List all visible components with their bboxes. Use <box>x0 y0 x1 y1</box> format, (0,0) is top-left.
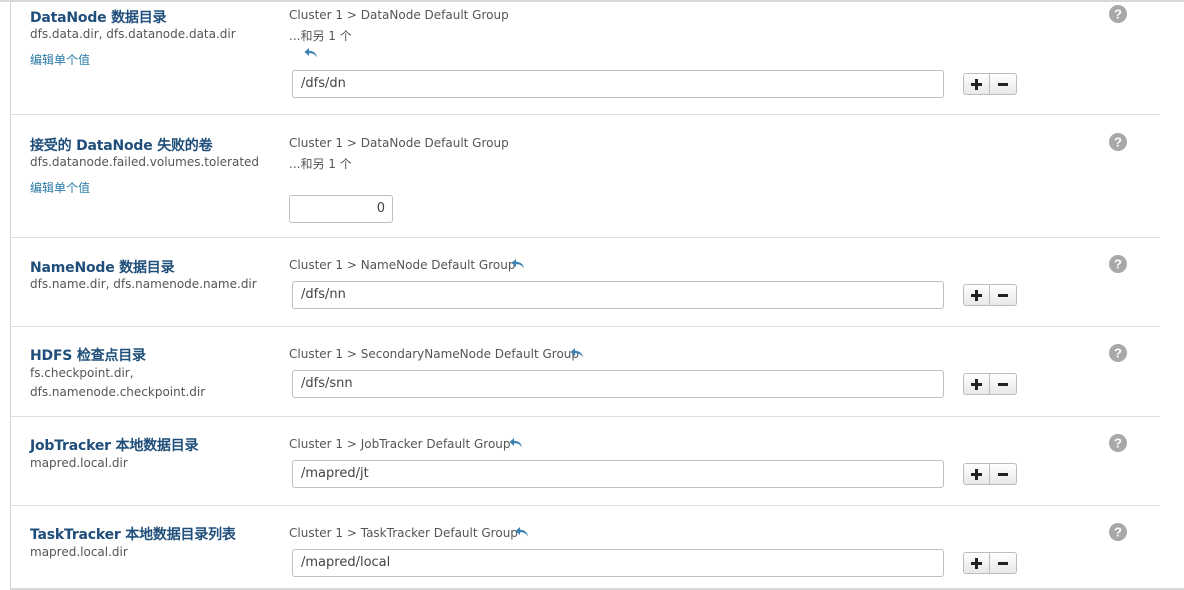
setting-more-count: ...和另 1 个 <box>289 157 352 171</box>
question-circle-icon[interactable]: ? <box>1109 434 1127 452</box>
config-row-tasktracker-local-dir: TaskTracker 本地数据目录列表 mapred.local.dir Cl… <box>11 506 1160 588</box>
add-value-button[interactable] <box>963 284 990 306</box>
question-circle-icon[interactable]: ? <box>1109 523 1127 541</box>
setting-title: HDFS 检查点目录 <box>30 348 146 364</box>
setting-title: TaskTracker 本地数据目录列表 <box>30 527 236 543</box>
add-remove-buttons <box>963 463 1017 485</box>
minus-icon <box>998 472 1008 476</box>
jobtracker-dir-input[interactable]: /mapred/jt <box>292 460 944 488</box>
undo-arrow-icon[interactable] <box>511 258 525 270</box>
add-value-button[interactable] <box>963 73 990 95</box>
plus-icon <box>971 468 982 480</box>
add-value-button[interactable] <box>963 373 990 395</box>
setting-property: dfs.namenode.checkpoint.dir <box>30 385 206 399</box>
question-circle-icon[interactable]: ? <box>1109 255 1127 273</box>
svg-text:?: ? <box>1114 7 1122 22</box>
edit-individual-values-link[interactable]: 编辑单个值 <box>30 179 90 196</box>
failed-volumes-input[interactable]: 0 <box>289 195 393 223</box>
setting-property: fs.checkpoint.dir, <box>30 366 134 380</box>
setting-property: mapred.local.dir <box>30 545 128 559</box>
svg-text:?: ? <box>1114 436 1122 451</box>
remove-value-button[interactable] <box>990 73 1017 95</box>
data-dir-input[interactable]: /dfs/dn <box>292 70 944 98</box>
question-circle-icon[interactable]: ? <box>1109 5 1127 23</box>
config-row-hdfs-checkpoint-dir: HDFS 检查点目录 fs.checkpoint.dir, dfs.nameno… <box>11 327 1160 417</box>
config-row-failed-volumes: 接受的 DataNode 失败的卷 dfs.datanode.failed.vo… <box>11 115 1160 238</box>
question-circle-icon[interactable]: ? <box>1109 133 1127 151</box>
setting-scope: Cluster 1 > TaskTracker Default Group <box>289 526 518 540</box>
add-value-button[interactable] <box>963 552 990 574</box>
setting-title: 接受的 DataNode 失败的卷 <box>30 138 213 154</box>
svg-text:?: ? <box>1114 135 1122 150</box>
undo-arrow-icon[interactable] <box>515 526 529 538</box>
add-value-button[interactable] <box>963 463 990 485</box>
undo-arrow-icon[interactable] <box>509 437 523 449</box>
minus-icon <box>998 561 1008 565</box>
edit-individual-values-link[interactable]: 编辑单个值 <box>30 51 90 68</box>
plus-icon <box>971 378 982 390</box>
add-remove-buttons <box>963 73 1017 95</box>
config-row-datanode-data-dir: DataNode 数据目录 dfs.data.dir, dfs.datanode… <box>11 0 1160 115</box>
setting-more-count: ...和另 1 个 <box>289 29 352 43</box>
add-remove-buttons <box>963 552 1017 574</box>
minus-icon <box>998 82 1008 86</box>
remove-value-button[interactable] <box>990 373 1017 395</box>
undo-arrow-icon[interactable] <box>570 347 584 359</box>
plus-icon <box>971 557 982 569</box>
setting-scope: Cluster 1 > DataNode Default Group <box>289 136 509 150</box>
setting-property: dfs.datanode.failed.volumes.tolerated <box>30 155 260 169</box>
checkpoint-dir-input[interactable]: /dfs/snn <box>292 370 944 398</box>
remove-value-button[interactable] <box>990 552 1017 574</box>
question-circle-icon[interactable]: ? <box>1109 344 1127 362</box>
setting-property: dfs.data.dir, dfs.datanode.data.dir <box>30 27 236 41</box>
setting-scope: Cluster 1 > DataNode Default Group <box>289 8 509 22</box>
add-remove-buttons <box>963 373 1017 395</box>
setting-scope: Cluster 1 > JobTracker Default Group <box>289 437 511 451</box>
svg-text:?: ? <box>1114 525 1122 540</box>
add-remove-buttons <box>963 284 1017 306</box>
plus-icon <box>971 289 982 301</box>
minus-icon <box>998 293 1008 297</box>
namenode-dir-input[interactable]: /dfs/nn <box>292 281 944 309</box>
undo-arrow-icon[interactable] <box>304 47 318 59</box>
minus-icon <box>998 382 1008 386</box>
svg-text:?: ? <box>1114 257 1122 272</box>
setting-property: mapred.local.dir <box>30 456 128 470</box>
setting-title: DataNode 数据目录 <box>30 10 167 26</box>
plus-icon <box>971 78 982 90</box>
svg-text:?: ? <box>1114 346 1122 361</box>
remove-value-button[interactable] <box>990 284 1017 306</box>
setting-property: dfs.name.dir, dfs.namenode.name.dir <box>30 277 257 291</box>
config-row-jobtracker-local-dir: JobTracker 本地数据目录 mapred.local.dir Clust… <box>11 417 1160 506</box>
setting-scope: Cluster 1 > SecondaryNameNode Default Gr… <box>289 347 580 361</box>
setting-scope: Cluster 1 > NameNode Default Group <box>289 258 516 272</box>
config-row-namenode-data-dir: NameNode 数据目录 dfs.name.dir, dfs.namenode… <box>11 238 1160 327</box>
setting-title: JobTracker 本地数据目录 <box>30 438 199 454</box>
setting-title: NameNode 数据目录 <box>30 260 175 276</box>
tasktracker-dir-input[interactable]: /mapred/local <box>292 549 944 577</box>
remove-value-button[interactable] <box>990 463 1017 485</box>
